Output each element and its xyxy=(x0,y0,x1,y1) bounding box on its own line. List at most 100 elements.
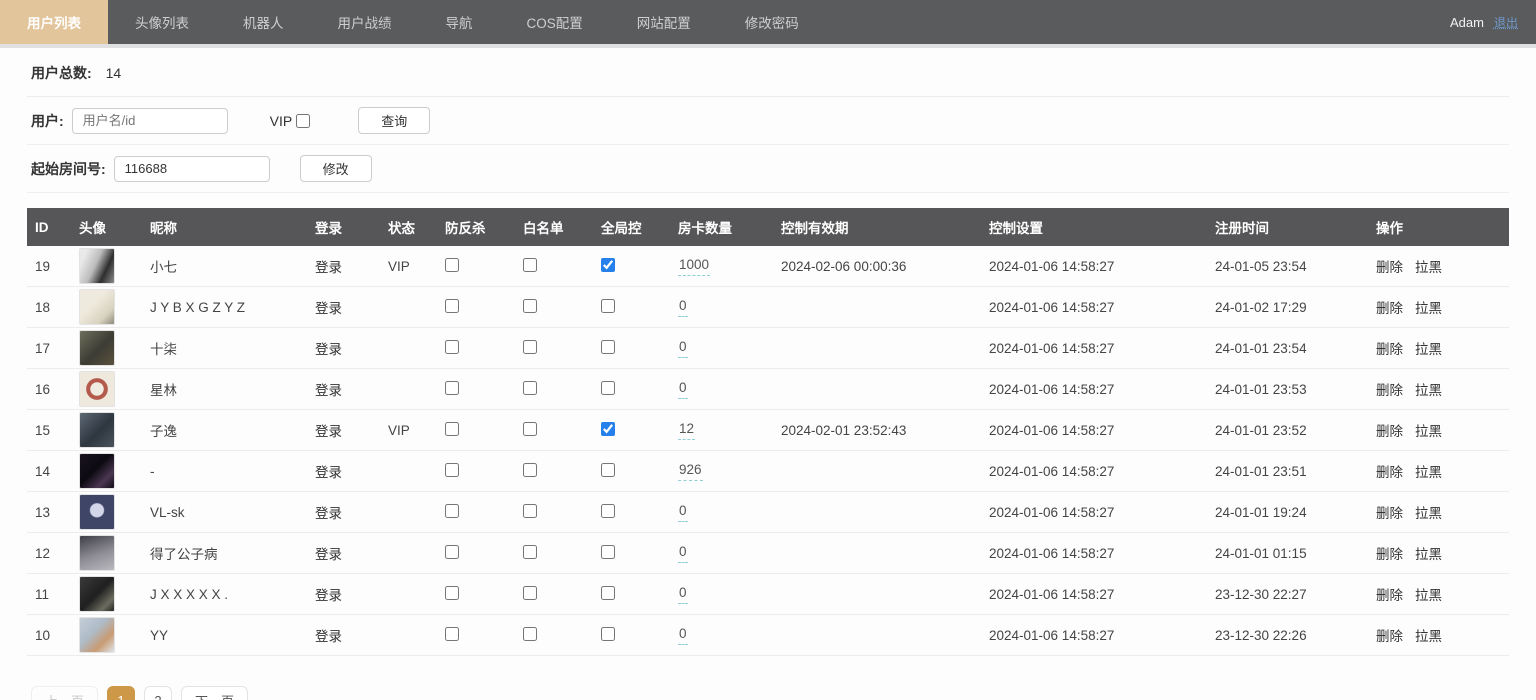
blacklist-link[interactable]: 拉黑 xyxy=(1415,383,1442,398)
room-cards-editable[interactable]: 0 xyxy=(678,503,688,522)
delete-link[interactable]: 删除 xyxy=(1376,629,1403,644)
login-link[interactable]: 登录 xyxy=(315,342,342,357)
whitelist-checkbox[interactable] xyxy=(523,627,537,641)
cell-id: 13 xyxy=(27,492,71,533)
room-cards-editable[interactable]: 1000 xyxy=(678,257,710,276)
room-cards-editable[interactable]: 0 xyxy=(678,544,688,563)
modify-button[interactable]: 修改 xyxy=(300,155,372,182)
nav-tab-7[interactable]: 修改密码 xyxy=(718,0,826,44)
blacklist-link[interactable]: 拉黑 xyxy=(1415,465,1442,480)
blacklist-link[interactable]: 拉黑 xyxy=(1415,342,1442,357)
user-search-input[interactable] xyxy=(72,108,228,134)
login-link[interactable]: 登录 xyxy=(315,629,342,644)
delete-link[interactable]: 删除 xyxy=(1376,424,1403,439)
cell-global-control xyxy=(593,369,670,410)
global-control-checkbox[interactable] xyxy=(601,299,615,313)
anti-kill-checkbox[interactable] xyxy=(445,504,459,518)
global-control-checkbox[interactable] xyxy=(601,463,615,477)
whitelist-checkbox[interactable] xyxy=(523,545,537,559)
anti-kill-checkbox[interactable] xyxy=(445,340,459,354)
blacklist-link[interactable]: 拉黑 xyxy=(1415,629,1442,644)
nav-tab-2[interactable]: 机器人 xyxy=(216,0,311,44)
global-control-checkbox[interactable] xyxy=(601,258,615,272)
vip-filter-checkbox[interactable] xyxy=(296,114,310,128)
room-cards-editable[interactable]: 0 xyxy=(678,339,688,358)
delete-link[interactable]: 删除 xyxy=(1376,342,1403,357)
blacklist-link[interactable]: 拉黑 xyxy=(1415,506,1442,521)
cell-register-time: 24-01-01 23:54 xyxy=(1207,328,1368,369)
room-cards-editable[interactable]: 12 xyxy=(678,421,695,440)
delete-link[interactable]: 删除 xyxy=(1376,547,1403,562)
login-link[interactable]: 登录 xyxy=(315,301,342,316)
page-button-2[interactable]: 2 xyxy=(144,686,172,700)
anti-kill-checkbox[interactable] xyxy=(445,627,459,641)
delete-link[interactable]: 删除 xyxy=(1376,506,1403,521)
cell-control-expiry: 2024-02-01 23:52:43 xyxy=(773,410,981,451)
column-header: 房卡数量 xyxy=(670,208,773,246)
login-link[interactable]: 登录 xyxy=(315,588,342,603)
login-link[interactable]: 登录 xyxy=(315,260,342,275)
room-cards-editable[interactable]: 0 xyxy=(678,626,688,645)
whitelist-checkbox[interactable] xyxy=(523,463,537,477)
blacklist-link[interactable]: 拉黑 xyxy=(1415,547,1442,562)
room-cards-editable[interactable]: 0 xyxy=(678,380,688,399)
query-button[interactable]: 查询 xyxy=(358,107,430,134)
cell-whitelist xyxy=(515,328,593,369)
logout-link[interactable]: 退出 xyxy=(1494,14,1518,31)
cell-control-expiry xyxy=(773,615,981,656)
whitelist-checkbox[interactable] xyxy=(523,340,537,354)
page-button-1[interactable]: 1 xyxy=(107,686,135,700)
nav-tab-4[interactable]: 导航 xyxy=(419,0,500,44)
blacklist-link[interactable]: 拉黑 xyxy=(1415,301,1442,316)
user-avatar xyxy=(79,248,115,284)
anti-kill-checkbox[interactable] xyxy=(445,422,459,436)
delete-link[interactable]: 删除 xyxy=(1376,383,1403,398)
global-control-checkbox[interactable] xyxy=(601,381,615,395)
global-control-checkbox[interactable] xyxy=(601,627,615,641)
global-control-checkbox[interactable] xyxy=(601,586,615,600)
delete-link[interactable]: 删除 xyxy=(1376,588,1403,603)
delete-link[interactable]: 删除 xyxy=(1376,260,1403,275)
nav-tab-1[interactable]: 头像列表 xyxy=(108,0,216,44)
blacklist-link[interactable]: 拉黑 xyxy=(1415,588,1442,603)
anti-kill-checkbox[interactable] xyxy=(445,258,459,272)
anti-kill-checkbox[interactable] xyxy=(445,463,459,477)
nav-tab-0[interactable]: 用户列表 xyxy=(0,0,108,44)
cell-avatar xyxy=(71,410,142,451)
global-control-checkbox[interactable] xyxy=(601,504,615,518)
global-control-checkbox[interactable] xyxy=(601,545,615,559)
login-link[interactable]: 登录 xyxy=(315,547,342,562)
cell-id: 17 xyxy=(27,328,71,369)
room-number-input[interactable] xyxy=(114,156,270,182)
login-link[interactable]: 登录 xyxy=(315,465,342,480)
anti-kill-checkbox[interactable] xyxy=(445,299,459,313)
blacklist-link[interactable]: 拉黑 xyxy=(1415,260,1442,275)
room-cards-editable[interactable]: 0 xyxy=(678,585,688,604)
anti-kill-checkbox[interactable] xyxy=(445,381,459,395)
whitelist-checkbox[interactable] xyxy=(523,258,537,272)
anti-kill-checkbox[interactable] xyxy=(445,586,459,600)
whitelist-checkbox[interactable] xyxy=(523,586,537,600)
anti-kill-checkbox[interactable] xyxy=(445,545,459,559)
blacklist-link[interactable]: 拉黑 xyxy=(1415,424,1442,439)
prev-page-button[interactable]: 上一页 xyxy=(31,686,98,700)
login-link[interactable]: 登录 xyxy=(315,383,342,398)
global-control-checkbox[interactable] xyxy=(601,422,615,436)
cell-nickname: J X X X X X . xyxy=(142,574,307,615)
whitelist-checkbox[interactable] xyxy=(523,422,537,436)
login-link[interactable]: 登录 xyxy=(315,506,342,521)
room-cards-editable[interactable]: 0 xyxy=(678,298,688,317)
whitelist-checkbox[interactable] xyxy=(523,299,537,313)
whitelist-checkbox[interactable] xyxy=(523,504,537,518)
room-cards-editable[interactable]: 926 xyxy=(678,462,703,481)
nav-tab-5[interactable]: COS配置 xyxy=(500,0,610,44)
delete-link[interactable]: 删除 xyxy=(1376,465,1403,480)
nav-tabs: 用户列表头像列表机器人用户战绩导航COS配置网站配置修改密码 xyxy=(0,0,826,44)
whitelist-checkbox[interactable] xyxy=(523,381,537,395)
global-control-checkbox[interactable] xyxy=(601,340,615,354)
nav-tab-6[interactable]: 网站配置 xyxy=(610,0,718,44)
nav-tab-3[interactable]: 用户战绩 xyxy=(311,0,419,44)
delete-link[interactable]: 删除 xyxy=(1376,301,1403,316)
next-page-button[interactable]: 下一页 xyxy=(181,686,248,700)
login-link[interactable]: 登录 xyxy=(315,424,342,439)
